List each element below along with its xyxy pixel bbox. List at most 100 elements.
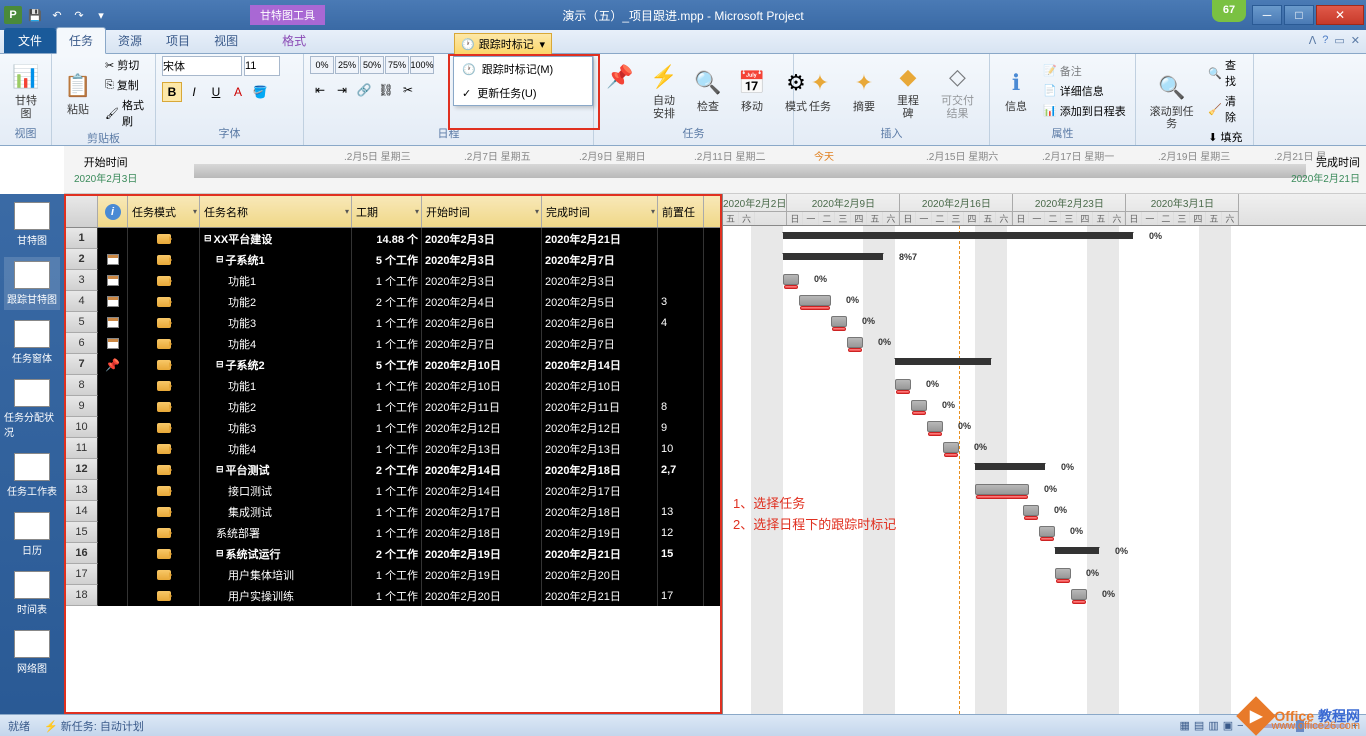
manual-schedule-button[interactable]: 📌手动安排 xyxy=(600,59,640,121)
font-color-button[interactable]: A xyxy=(228,82,248,102)
copy-button[interactable]: ⎘复制 xyxy=(102,76,149,94)
close-doc-icon[interactable]: ✕ xyxy=(1351,34,1360,47)
sidebar-item[interactable]: 网络图 xyxy=(4,626,60,679)
add-timeline-button[interactable]: 📊添加到日程表 xyxy=(1040,102,1129,120)
help-icon[interactable]: ? xyxy=(1322,34,1328,47)
gantt-bar[interactable]: 0% xyxy=(1071,589,1087,600)
table-row[interactable]: 10功能31 个工作2020年2月12日2020年2月12日9 xyxy=(66,417,720,438)
gantt-chart[interactable]: 2020年2月2日五六2020年2月9日日一二三四五六2020年2月16日日一二… xyxy=(722,194,1366,714)
sidebar-item[interactable]: 日历 xyxy=(4,508,60,561)
sidebar-item[interactable]: 任务工作表 xyxy=(4,449,60,502)
gantt-bar[interactable]: 0% xyxy=(943,442,959,453)
font-size-input[interactable] xyxy=(244,56,280,76)
table-row[interactable]: 16⊟系统试运行2 个工作2020年2月19日2020年2月21日15 xyxy=(66,543,720,564)
track-mark-button[interactable]: 🕐跟踪时标记▾ xyxy=(454,33,552,55)
gantt-bar[interactable]: 0% xyxy=(831,316,847,327)
table-row[interactable]: 18用户实操训练1 个工作2020年2月20日2020年2月21日17 xyxy=(66,585,720,606)
find-button[interactable]: 🔍查找 xyxy=(1205,56,1247,90)
table-row[interactable]: 4功能22 个工作2020年2月4日2020年2月5日3 xyxy=(66,291,720,312)
minimize-button[interactable]: ─ xyxy=(1252,5,1282,25)
col-name[interactable]: 任务名称▾ xyxy=(200,196,352,227)
gantt-bar[interactable]: 0% xyxy=(847,337,863,348)
gantt-bar[interactable]: 0% xyxy=(927,421,943,432)
view-shortcut-icon[interactable]: ▤ xyxy=(1194,719,1204,732)
split-button[interactable]: ✂ xyxy=(398,80,418,100)
fill-color-button[interactable]: 🪣 xyxy=(250,82,270,102)
gantt-bar[interactable]: 0% xyxy=(975,463,1045,470)
table-row[interactable]: 1⊟XX平台建设14.88 个2020年2月3日2020年2月21日 xyxy=(66,228,720,249)
table-row[interactable]: 12⊟平台测试2 个工作2020年2月14日2020年2月18日2,7 xyxy=(66,459,720,480)
insert-task-button[interactable]: ✦任务 xyxy=(800,65,840,115)
font-name-input[interactable] xyxy=(162,56,242,76)
col-mode[interactable]: 任务模式▾ xyxy=(128,196,200,227)
update-task-item[interactable]: ✓更新任务(U) xyxy=(454,81,592,105)
tab-resource[interactable]: 资源 xyxy=(106,28,154,53)
table-row[interactable]: 15系统部署1 个工作2020年2月18日2020年2月19日12 xyxy=(66,522,720,543)
tab-task[interactable]: 任务 xyxy=(56,27,106,54)
gantt-bar[interactable]: 0% xyxy=(895,379,911,390)
minimize-ribbon-icon[interactable]: ᐱ xyxy=(1309,34,1317,47)
gantt-bar[interactable]: 0% xyxy=(1055,568,1071,579)
gantt-bar[interactable]: 0% xyxy=(911,400,927,411)
pct-100-button[interactable]: 100% xyxy=(410,56,434,74)
sidebar-item[interactable]: 跟踪甘特图 xyxy=(4,257,60,310)
italic-button[interactable]: I xyxy=(184,82,204,102)
col-info[interactable]: i xyxy=(98,196,128,227)
pct-25-button[interactable]: 25% xyxy=(335,56,359,74)
track-mark-item[interactable]: 🕐跟踪时标记(M) xyxy=(454,57,592,81)
view-shortcut-icon[interactable]: ▥ xyxy=(1208,719,1218,732)
tab-project[interactable]: 项目 xyxy=(154,28,202,53)
view-shortcut-icon[interactable]: ▦ xyxy=(1180,719,1190,732)
scroll-to-button[interactable]: 🔍滚动到任务 xyxy=(1142,70,1201,132)
redo-icon[interactable]: ↷ xyxy=(70,6,88,24)
gantt-bar[interactable]: 8%7 xyxy=(783,253,883,260)
details-button[interactable]: 📄详细信息 xyxy=(1040,82,1129,100)
indent-button[interactable]: ⇥ xyxy=(332,80,352,100)
table-row[interactable]: 8功能11 个工作2020年2月10日2020年2月10日 xyxy=(66,375,720,396)
col-rownum[interactable] xyxy=(66,196,98,227)
clear-button[interactable]: 🧹清除 xyxy=(1205,92,1247,126)
gantt-bar[interactable]: 0% xyxy=(1023,505,1039,516)
cut-button[interactable]: ✂剪切 xyxy=(102,56,149,74)
timeline-strip[interactable]: 开始时间2020年2月3日 .2月5日 星期三.2月7日 星期五.2月9日 星期… xyxy=(64,146,1366,194)
table-row[interactable]: 9功能21 个工作2020年2月11日2020年2月11日8 xyxy=(66,396,720,417)
view-shortcut-icon[interactable]: ▣ xyxy=(1223,719,1233,732)
gantt-view-button[interactable]: 📊甘特图 xyxy=(6,59,46,121)
pct-75-button[interactable]: 75% xyxy=(385,56,409,74)
gantt-bar[interactable] xyxy=(895,358,991,365)
pct-0-button[interactable]: 0% xyxy=(310,56,334,74)
notes-button[interactable]: 📝备注 xyxy=(1040,62,1129,80)
sidebar-item[interactable]: 时间表 xyxy=(4,567,60,620)
table-row[interactable]: 6功能41 个工作2020年2月7日2020年2月7日 xyxy=(66,333,720,354)
gantt-bar[interactable]: 0% xyxy=(783,274,799,285)
sidebar-item[interactable]: 任务窗体 xyxy=(4,316,60,369)
paste-button[interactable]: 📋粘贴 xyxy=(58,68,98,118)
format-painter-button[interactable]: 🖌格式刷 xyxy=(102,96,149,130)
close-button[interactable]: ✕ xyxy=(1316,5,1364,25)
table-row[interactable]: 7📌⊟子系统25 个工作2020年2月10日2020年2月14日 xyxy=(66,354,720,375)
unlink-button[interactable]: ⛓ xyxy=(376,80,396,100)
table-row[interactable]: 3功能11 个工作2020年2月3日2020年2月3日 xyxy=(66,270,720,291)
outdent-button[interactable]: ⇤ xyxy=(310,80,330,100)
undo-icon[interactable]: ↶ xyxy=(48,6,66,24)
pct-50-button[interactable]: 50% xyxy=(360,56,384,74)
inspect-button[interactable]: 🔍检查 xyxy=(688,65,728,115)
table-row[interactable]: 11功能41 个工作2020年2月13日2020年2月13日10 xyxy=(66,438,720,459)
deliverable-button[interactable]: ◇可交付结果 xyxy=(932,59,983,121)
save-icon[interactable]: 💾 xyxy=(26,6,44,24)
gantt-bar[interactable]: 0% xyxy=(1055,547,1099,554)
table-row[interactable]: 13接口测试1 个工作2020年2月14日2020年2月17日 xyxy=(66,480,720,501)
table-row[interactable]: 17用户集体培训1 个工作2020年2月19日2020年2月20日 xyxy=(66,564,720,585)
fill-button[interactable]: ⬇填充 xyxy=(1205,128,1247,146)
window-options-icon[interactable]: ▭ xyxy=(1334,34,1344,47)
auto-schedule-button[interactable]: ⚡自动安排 xyxy=(644,59,684,121)
gantt-bar[interactable]: 0% xyxy=(975,484,1029,495)
col-start[interactable]: 开始时间▾ xyxy=(422,196,542,227)
milestone-button[interactable]: ◆里程碑 xyxy=(888,59,928,121)
summary-button[interactable]: ✦摘要 xyxy=(844,65,884,115)
sidebar-item[interactable]: 甘特图 xyxy=(4,198,60,251)
tab-file[interactable]: 文件 xyxy=(4,28,56,53)
link-button[interactable]: 🔗 xyxy=(354,80,374,100)
tab-view[interactable]: 视图 xyxy=(202,28,250,53)
info-button[interactable]: ℹ信息 xyxy=(996,65,1036,115)
